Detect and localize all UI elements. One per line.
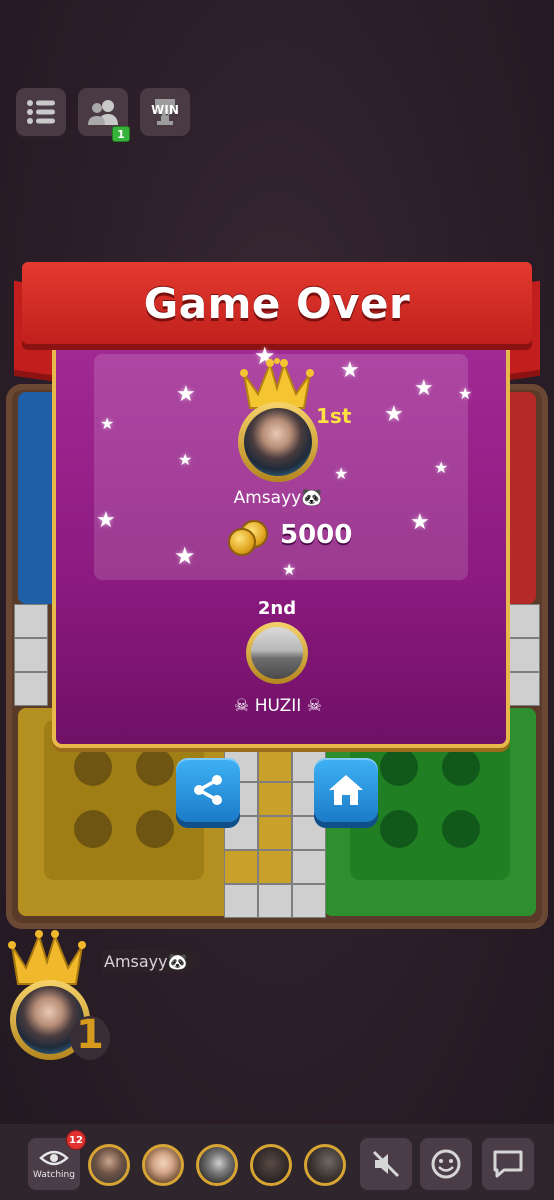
- second-place-avatar: [246, 622, 308, 684]
- menu-button[interactable]: [16, 88, 66, 136]
- star-icon: ★: [340, 358, 360, 383]
- friends-icon: [88, 100, 118, 125]
- spectator-avatar[interactable]: [142, 1144, 184, 1186]
- star-icon: ★: [414, 376, 434, 401]
- share-icon: [194, 775, 222, 805]
- trophy-icon: WIN: [147, 97, 183, 127]
- watching-label: Watching: [33, 1170, 75, 1180]
- emoji-icon: [431, 1149, 461, 1179]
- spectator-avatar[interactable]: [250, 1144, 292, 1186]
- spectator-avatar[interactable]: [88, 1144, 130, 1186]
- chat-icon: [493, 1150, 523, 1178]
- star-icon: ★: [334, 464, 349, 483]
- star-icon: ★: [176, 382, 196, 407]
- second-player-name: ☠ HUZII ☠: [234, 696, 322, 716]
- mute-icon: [372, 1150, 400, 1178]
- modal-title: Game Over: [143, 278, 411, 328]
- star-icon: ★: [458, 384, 473, 403]
- emoji-button[interactable]: [420, 1138, 472, 1190]
- game-over-banner: Game Over: [22, 262, 532, 344]
- first-place-avatar: [238, 402, 318, 482]
- home-button[interactable]: [314, 758, 378, 822]
- mute-button[interactable]: [360, 1138, 412, 1190]
- player-crown-icon: [8, 930, 86, 985]
- player-name: Amsayy🐼: [102, 950, 198, 973]
- home-icon: [329, 775, 363, 805]
- coin-icon: [228, 528, 256, 556]
- star-icon: ★: [174, 542, 196, 570]
- list-icon: [27, 100, 55, 124]
- watching-count-badge: 12: [66, 1130, 86, 1150]
- star-icon: ★: [96, 508, 116, 533]
- spectator-avatar[interactable]: [304, 1144, 346, 1186]
- first-player-name: Amsayy🐼: [233, 488, 323, 508]
- eye-icon: [39, 1150, 69, 1166]
- star-icon: ★: [384, 402, 404, 427]
- win-button[interactable]: WIN: [140, 88, 190, 136]
- star-icon: ★: [410, 510, 430, 535]
- first-rank-label: 1st: [316, 404, 352, 428]
- win-label: WIN: [151, 103, 179, 117]
- star-icon: ★: [178, 450, 193, 469]
- chat-button[interactable]: [482, 1138, 534, 1190]
- share-button[interactable]: [176, 758, 240, 822]
- star-icon: ★: [434, 458, 449, 477]
- star-icon: ★: [282, 560, 297, 579]
- player-rank-number: 1: [76, 1012, 104, 1058]
- spectator-avatar[interactable]: [196, 1144, 238, 1186]
- first-coins: 5000: [280, 520, 353, 550]
- friends-count-badge: 1: [112, 126, 130, 142]
- second-rank-label: 2nd: [257, 598, 297, 619]
- star-icon: ★: [100, 414, 115, 433]
- friends-button[interactable]: 1: [78, 88, 130, 142]
